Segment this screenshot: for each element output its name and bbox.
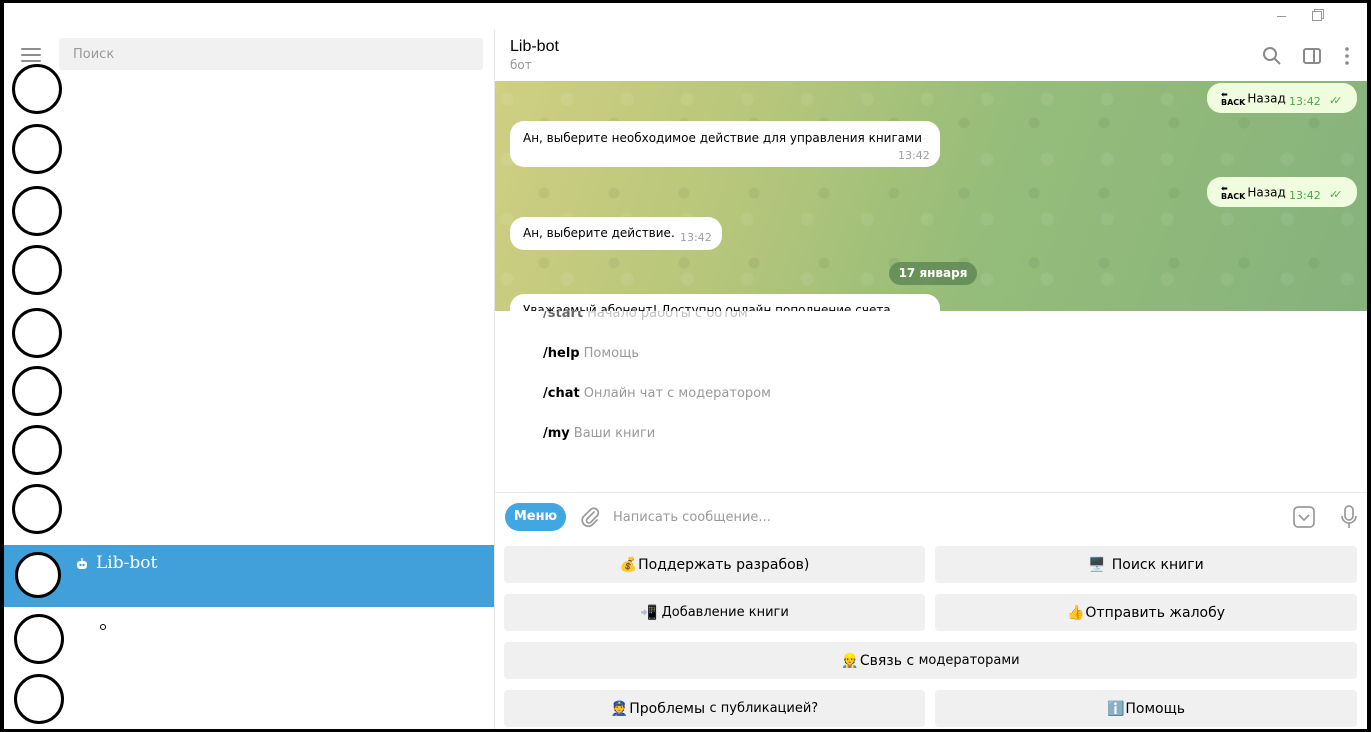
computer-icon: 🖥️ (1088, 556, 1106, 573)
thumbs-up-icon: 👍 (1066, 604, 1085, 621)
bot-menu-button[interactable]: Меню (505, 503, 566, 531)
outgoing-message[interactable]: ⬅ BACK Назад 13:42 ✓✓ (1207, 177, 1357, 207)
message-time: 13:42 (898, 149, 930, 162)
message-history[interactable]: ⬅ BACK Назад 13:42 ✓✓ Ан, выберите необход… (495, 81, 1367, 311)
back-arrow-icon: ⬅ BACK (1221, 90, 1246, 107)
chat-item-name: Lib-bot (96, 553, 158, 573)
date-separator: 17 января (889, 262, 977, 285)
keyboard-button-moderators[interactable]: 👷 Связь с модераторами (504, 642, 1357, 679)
chat-avatar[interactable] (12, 64, 62, 114)
message-text: Ан, выберите необходимое действие для уп… (523, 131, 922, 145)
chat-title: Lib-bot (510, 38, 559, 55)
chat-avatar[interactable] (14, 674, 64, 724)
bot-keyboard-icon[interactable] (1292, 505, 1316, 529)
more-options-icon[interactable] (1339, 46, 1359, 66)
maximize-button[interactable] (1306, 7, 1328, 25)
message-text: Ан, выберите действие. (523, 226, 675, 240)
title-bar (4, 3, 1367, 30)
keyboard-button-support[interactable]: 💰 Поддержать разрабов) (504, 546, 925, 583)
chat-avatar[interactable] (14, 614, 64, 664)
search-input[interactable] (59, 38, 483, 70)
phone-arrow-icon: 📲 (640, 604, 658, 621)
chat-item-lib-bot[interactable]: Lib-bot (4, 545, 494, 607)
command-item-my[interactable]: /my Ваши книги (543, 426, 655, 441)
message-time: 13:42 (1289, 189, 1321, 202)
read-check-icon: ✓✓ (1329, 94, 1343, 107)
telegram-window: Lib-bot Lib-bot бот ⬅BACKНазад 13:42 (4, 3, 1367, 729)
keyboard-button-search[interactable]: 🖥️ Поиск книги (935, 546, 1357, 583)
police-icon: 👮 (610, 700, 629, 717)
sidebar-toggle-icon[interactable] (1302, 46, 1322, 66)
chat-avatar[interactable] (12, 366, 62, 416)
chat-avatar[interactable] (12, 124, 62, 174)
chat-list-panel: Lib-bot (4, 30, 494, 729)
search-icon[interactable] (1262, 46, 1282, 66)
keyboard-button-help[interactable]: ℹ️ Помощь (935, 690, 1357, 727)
incoming-message[interactable]: Ан, выберите необходимое действие для уп… (510, 121, 940, 167)
chat-avatar[interactable] (12, 308, 62, 358)
chat-avatar[interactable] (12, 186, 62, 236)
command-item-start[interactable]: /start Начало работы с ботом (543, 311, 748, 321)
bot-icon (75, 557, 89, 571)
command-item-help[interactable]: /help Помощь (543, 346, 639, 361)
keyboard-button-add-book[interactable]: 📲 Добавление книги (504, 594, 925, 631)
compose-bar: Меню (495, 492, 1367, 542)
chat-panel: Lib-bot бот ⬅ BACK Назад 13:42 ✓✓ Ан, выбе… (495, 30, 1367, 729)
chat-avatar[interactable] (12, 425, 62, 475)
command-item-chat[interactable]: /chat Онлайн чат с модератором (543, 386, 771, 401)
chat-avatar (15, 552, 61, 598)
message-text: Назад (1247, 91, 1286, 106)
minimize-button[interactable] (1270, 7, 1292, 25)
back-arrow-icon: ⬅ BACK (1221, 184, 1246, 201)
incoming-message[interactable]: Ан, выберите действие. 13:42 (510, 217, 722, 250)
hamburger-menu-icon[interactable] (21, 48, 41, 62)
worker-icon: 👷 (841, 652, 859, 669)
message-input[interactable] (613, 506, 1253, 528)
chat-header[interactable]: Lib-bot бот (495, 30, 1367, 81)
message-text: Назад (1247, 185, 1286, 200)
outgoing-message[interactable]: ⬅ BACK Назад 13:42 ✓✓ (1207, 83, 1357, 113)
chat-avatar[interactable] (12, 245, 62, 295)
bot-commands-popup: /start Начало работы с ботом /help Помощь … (495, 311, 1367, 492)
keyboard-button-problems[interactable]: 👮 Проблемы с публикацией? (504, 690, 925, 727)
chat-avatar[interactable] (12, 484, 62, 534)
status-dot (100, 624, 106, 630)
microphone-icon[interactable] (1340, 504, 1358, 530)
money-bag-icon: 💰 (619, 556, 638, 573)
read-check-icon: ✓✓ (1329, 188, 1343, 201)
message-time: 13:42 (1289, 95, 1321, 108)
message-time: 13:42 (680, 231, 712, 244)
attach-icon[interactable] (579, 506, 601, 528)
keyboard-button-complaint[interactable]: 👍 Отправить жалобу (935, 594, 1357, 631)
message-text: Уважаемый абонент! Доступно онлайн попол… (523, 303, 891, 311)
info-icon: ℹ️ (1106, 700, 1125, 717)
incoming-message[interactable]: Уважаемый абонент! Доступно онлайн попол… (510, 294, 940, 311)
chat-status: бот (510, 58, 532, 72)
